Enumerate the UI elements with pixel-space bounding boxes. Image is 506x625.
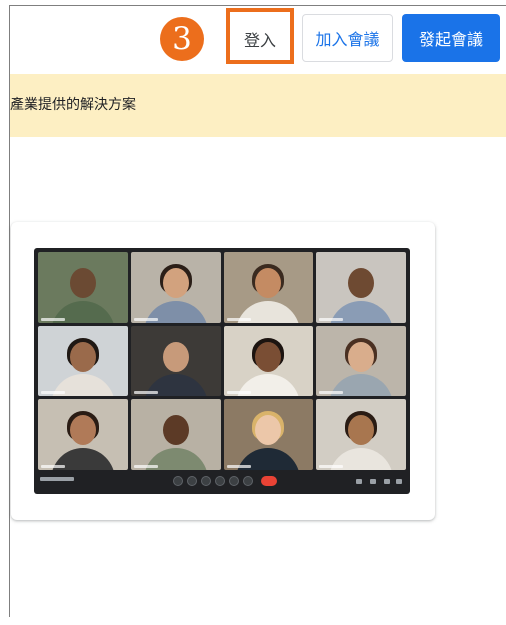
- participant-tile: [223, 252, 314, 323]
- camera-icon: [187, 476, 197, 486]
- chat-icon: [384, 479, 390, 484]
- participant-tile: [316, 325, 406, 397]
- people-icon: [370, 479, 376, 484]
- participant-tile: [38, 325, 128, 397]
- captions-icon: [201, 476, 211, 486]
- solutions-banner: 產業提供的解決方案: [10, 74, 506, 137]
- call-controls-bar: [34, 470, 410, 494]
- participant-tile: [38, 399, 128, 470]
- participant-tile: [130, 252, 221, 323]
- start-meeting-button[interactable]: 發起會議: [402, 14, 500, 62]
- mic-icon: [173, 476, 183, 486]
- participant-tile: [316, 399, 406, 470]
- meeting-title-mark: [40, 477, 74, 481]
- preview-card: [11, 222, 435, 520]
- raise-hand-icon: [215, 476, 225, 486]
- join-meeting-button[interactable]: 加入會議: [302, 14, 393, 62]
- video-conference-image: [34, 248, 410, 494]
- sign-in-button[interactable]: 登入: [234, 18, 286, 60]
- hangup-icon: [261, 476, 277, 486]
- info-icon: [356, 479, 362, 484]
- banner-text[interactable]: 產業提供的解決方案: [10, 94, 136, 114]
- participant-grid: [38, 252, 406, 470]
- step-number-badge: 3: [160, 17, 204, 61]
- participant-tile: [130, 399, 221, 470]
- activities-icon: [396, 479, 402, 484]
- participant-tile: [38, 252, 128, 323]
- present-icon: [229, 476, 239, 486]
- participant-tile: [316, 252, 406, 323]
- more-icon: [243, 476, 253, 486]
- participant-tile: [223, 325, 314, 397]
- participant-tile: [223, 399, 314, 470]
- participant-tile: [130, 325, 221, 397]
